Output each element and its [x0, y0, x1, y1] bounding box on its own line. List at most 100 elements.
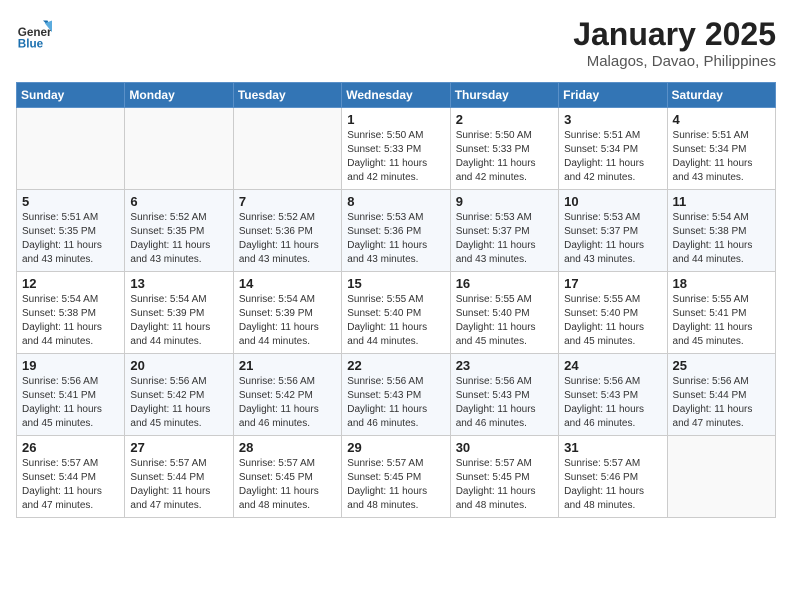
day-number: 15 [347, 276, 444, 291]
day-number: 18 [673, 276, 770, 291]
calendar-day-cell [17, 108, 125, 190]
day-info: Sunrise: 5:54 AM Sunset: 5:38 PM Dayligh… [22, 293, 119, 349]
day-info: Sunrise: 5:52 AM Sunset: 5:35 PM Dayligh… [130, 211, 227, 267]
day-info: Sunrise: 5:55 AM Sunset: 5:40 PM Dayligh… [564, 293, 661, 349]
day-number: 30 [456, 440, 553, 455]
calendar-day-cell: 8 Sunrise: 5:53 AM Sunset: 5:36 PM Daylig… [342, 190, 450, 272]
day-info: Sunrise: 5:55 AM Sunset: 5:40 PM Dayligh… [347, 293, 444, 349]
calendar-table: SundayMondayTuesdayWednesdayThursdayFrid… [16, 82, 776, 518]
day-number: 7 [239, 194, 336, 209]
calendar-day-cell: 15 Sunrise: 5:55 AM Sunset: 5:40 PM Dayli… [342, 272, 450, 354]
day-number: 10 [564, 194, 661, 209]
day-number: 19 [22, 358, 119, 373]
svg-text:Blue: Blue [18, 38, 44, 51]
day-number: 12 [22, 276, 119, 291]
calendar-day-cell: 2 Sunrise: 5:50 AM Sunset: 5:33 PM Daylig… [450, 108, 558, 190]
calendar-day-cell: 10 Sunrise: 5:53 AM Sunset: 5:37 PM Dayli… [559, 190, 667, 272]
calendar-day-cell: 23 Sunrise: 5:56 AM Sunset: 5:43 PM Dayli… [450, 354, 558, 436]
calendar-day-cell: 7 Sunrise: 5:52 AM Sunset: 5:36 PM Daylig… [233, 190, 341, 272]
calendar-day-cell: 21Sunrise: 5:56 AM Sunset: 5:42 PM Dayli… [233, 354, 341, 436]
day-info: Sunrise: 5:53 AM Sunset: 5:36 PM Dayligh… [347, 211, 444, 267]
calendar-day-cell: 6 Sunrise: 5:52 AM Sunset: 5:35 PM Daylig… [125, 190, 233, 272]
calendar-day-cell: 9 Sunrise: 5:53 AM Sunset: 5:37 PM Daylig… [450, 190, 558, 272]
title-block: January 2025 Malagos, Davao, Philippines [573, 16, 776, 70]
day-number: 2 [456, 112, 553, 127]
day-number: 17 [564, 276, 661, 291]
day-info: Sunrise: 5:56 AM Sunset: 5:41 PM Dayligh… [22, 375, 119, 431]
day-info: Sunrise: 5:57 AM Sunset: 5:44 PM Dayligh… [130, 457, 227, 513]
calendar-day-cell: 29 Sunrise: 5:57 AM Sunset: 5:45 PM Dayli… [342, 436, 450, 518]
calendar-week-row: 5Sunrise: 5:51 AM Sunset: 5:35 PM Daylig… [17, 190, 776, 272]
calendar-day-cell: 30 Sunrise: 5:57 AM Sunset: 5:45 PM Dayli… [450, 436, 558, 518]
day-number: 6 [130, 194, 227, 209]
day-number: 27 [130, 440, 227, 455]
day-info: Sunrise: 5:51 AM Sunset: 5:34 PM Dayligh… [564, 129, 661, 185]
weekday-header-cell: Wednesday [342, 83, 450, 108]
calendar-day-cell: 25 Sunrise: 5:56 AM Sunset: 5:44 PM Dayli… [667, 354, 775, 436]
calendar-day-cell: 18 Sunrise: 5:55 AM Sunset: 5:41 PM Dayli… [667, 272, 775, 354]
weekday-header-row: SundayMondayTuesdayWednesdayThursdayFrid… [17, 83, 776, 108]
day-number: 25 [673, 358, 770, 373]
day-info: Sunrise: 5:54 AM Sunset: 5:39 PM Dayligh… [130, 293, 227, 349]
day-info: Sunrise: 5:55 AM Sunset: 5:41 PM Dayligh… [673, 293, 770, 349]
day-info: Sunrise: 5:57 AM Sunset: 5:45 PM Dayligh… [347, 457, 444, 513]
weekday-header-cell: Sunday [17, 83, 125, 108]
calendar-day-cell [233, 108, 341, 190]
day-info: Sunrise: 5:50 AM Sunset: 5:33 PM Dayligh… [347, 129, 444, 185]
calendar-day-cell: 19 Sunrise: 5:56 AM Sunset: 5:41 PM Dayli… [17, 354, 125, 436]
day-number: 11 [673, 194, 770, 209]
day-info: Sunrise: 5:53 AM Sunset: 5:37 PM Dayligh… [564, 211, 661, 267]
weekday-header-cell: Tuesday [233, 83, 341, 108]
month-title: January 2025 [573, 16, 776, 53]
day-number: 13 [130, 276, 227, 291]
day-number: 22 [347, 358, 444, 373]
day-info: Sunrise: 5:57 AM Sunset: 5:46 PM Dayligh… [564, 457, 661, 513]
day-info: Sunrise: 5:57 AM Sunset: 5:45 PM Dayligh… [456, 457, 553, 513]
day-number: 23 [456, 358, 553, 373]
day-info: Sunrise: 5:56 AM Sunset: 5:43 PM Dayligh… [347, 375, 444, 431]
day-number: 9 [456, 194, 553, 209]
day-number: 29 [347, 440, 444, 455]
calendar-day-cell: 22 Sunrise: 5:56 AM Sunset: 5:43 PM Dayli… [342, 354, 450, 436]
logo: General Blue [16, 16, 56, 52]
day-info: Sunrise: 5:51 AM Sunset: 5:34 PM Dayligh… [673, 129, 770, 185]
calendar-day-cell: 24Sunrise: 5:56 AM Sunset: 5:43 PM Dayli… [559, 354, 667, 436]
day-info: Sunrise: 5:56 AM Sunset: 5:42 PM Dayligh… [130, 375, 227, 431]
day-info: Sunrise: 5:56 AM Sunset: 5:43 PM Dayligh… [564, 375, 661, 431]
day-number: 26 [22, 440, 119, 455]
calendar-day-cell: 14 Sunrise: 5:54 AM Sunset: 5:39 PM Dayli… [233, 272, 341, 354]
day-info: Sunrise: 5:56 AM Sunset: 5:43 PM Dayligh… [456, 375, 553, 431]
day-info: Sunrise: 5:56 AM Sunset: 5:42 PM Dayligh… [239, 375, 336, 431]
day-info: Sunrise: 5:52 AM Sunset: 5:36 PM Dayligh… [239, 211, 336, 267]
calendar-week-row: 12 Sunrise: 5:54 AM Sunset: 5:38 PM Dayli… [17, 272, 776, 354]
calendar-day-cell: 11 Sunrise: 5:54 AM Sunset: 5:38 PM Dayli… [667, 190, 775, 272]
calendar-day-cell: 4Sunrise: 5:51 AM Sunset: 5:34 PM Daylig… [667, 108, 775, 190]
day-number: 5 [22, 194, 119, 209]
day-info: Sunrise: 5:50 AM Sunset: 5:33 PM Dayligh… [456, 129, 553, 185]
logo-icon: General Blue [16, 16, 52, 52]
calendar-week-row: 1 Sunrise: 5:50 AM Sunset: 5:33 PM Daylig… [17, 108, 776, 190]
weekday-header-cell: Saturday [667, 83, 775, 108]
calendar-body: 1 Sunrise: 5:50 AM Sunset: 5:33 PM Daylig… [17, 108, 776, 518]
day-number: 8 [347, 194, 444, 209]
day-info: Sunrise: 5:54 AM Sunset: 5:38 PM Dayligh… [673, 211, 770, 267]
calendar-day-cell [667, 436, 775, 518]
day-info: Sunrise: 5:57 AM Sunset: 5:45 PM Dayligh… [239, 457, 336, 513]
day-number: 3 [564, 112, 661, 127]
calendar-week-row: 26 Sunrise: 5:57 AM Sunset: 5:44 PM Dayli… [17, 436, 776, 518]
day-number: 1 [347, 112, 444, 127]
calendar-week-row: 19 Sunrise: 5:56 AM Sunset: 5:41 PM Dayli… [17, 354, 776, 436]
location-title: Malagos, Davao, Philippines [573, 53, 776, 70]
calendar-day-cell: 28Sunrise: 5:57 AM Sunset: 5:45 PM Dayli… [233, 436, 341, 518]
weekday-header-cell: Thursday [450, 83, 558, 108]
day-info: Sunrise: 5:53 AM Sunset: 5:37 PM Dayligh… [456, 211, 553, 267]
day-number: 14 [239, 276, 336, 291]
calendar-day-cell: 27 Sunrise: 5:57 AM Sunset: 5:44 PM Dayli… [125, 436, 233, 518]
calendar-day-cell: 17 Sunrise: 5:55 AM Sunset: 5:40 PM Dayli… [559, 272, 667, 354]
weekday-header-cell: Monday [125, 83, 233, 108]
day-info: Sunrise: 5:54 AM Sunset: 5:39 PM Dayligh… [239, 293, 336, 349]
day-number: 31 [564, 440, 661, 455]
calendar-day-cell: 20Sunrise: 5:56 AM Sunset: 5:42 PM Dayli… [125, 354, 233, 436]
day-info: Sunrise: 5:56 AM Sunset: 5:44 PM Dayligh… [673, 375, 770, 431]
day-info: Sunrise: 5:55 AM Sunset: 5:40 PM Dayligh… [456, 293, 553, 349]
